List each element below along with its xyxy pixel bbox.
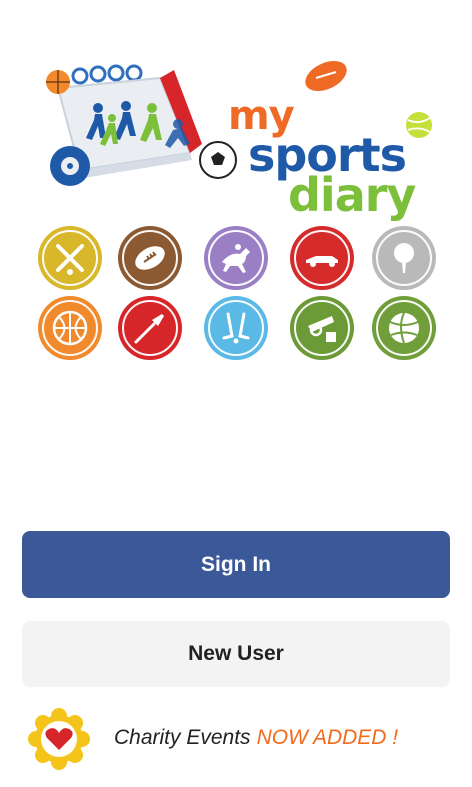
charity-events-banner[interactable]: Charity Events NOW ADDED ! <box>28 708 448 770</box>
cricket-bats-icon <box>56 244 84 275</box>
charity-lead-text: Charity Events <box>114 726 251 749</box>
golf-ball-icon <box>394 243 414 273</box>
fishing-reel-icon <box>308 316 336 342</box>
sports-category-grid <box>38 226 436 360</box>
sport-volleyball-button[interactable] <box>372 296 436 360</box>
sign-in-button[interactable]: Sign In <box>22 531 450 598</box>
horse-racing-icon <box>222 244 250 273</box>
sport-fishing-button[interactable] <box>290 296 354 360</box>
app-logo: my sports diary <box>40 48 440 218</box>
dart-icon <box>134 314 164 344</box>
charity-events-text: Charity Events NOW ADDED ! <box>114 726 398 750</box>
sport-golf-button[interactable] <box>372 226 436 290</box>
sport-horse-racing-button[interactable] <box>204 226 268 290</box>
sport-cricket-button[interactable] <box>38 226 102 290</box>
race-car-icon <box>306 256 338 267</box>
sport-motor-racing-button[interactable] <box>290 226 354 290</box>
volleyball-icon <box>389 312 419 344</box>
new-user-button[interactable]: New User <box>22 621 450 687</box>
charity-highlight-text: NOW ADDED ! <box>256 726 399 749</box>
sport-american-football-button[interactable] <box>118 226 182 290</box>
football-icon <box>135 246 165 270</box>
basketball-icon <box>52 310 88 346</box>
sport-darts-button[interactable] <box>118 296 182 360</box>
sport-basketball-button[interactable] <box>38 296 102 360</box>
rugby-ball-icon <box>305 60 347 92</box>
heart-badge-icon <box>28 708 90 770</box>
logo-artwork <box>46 64 237 186</box>
logo-word-diary: diary <box>288 168 416 222</box>
hockey-sticks-icon <box>222 312 250 344</box>
tennis-ball-icon <box>406 112 432 138</box>
sport-hockey-button[interactable] <box>204 296 268 360</box>
